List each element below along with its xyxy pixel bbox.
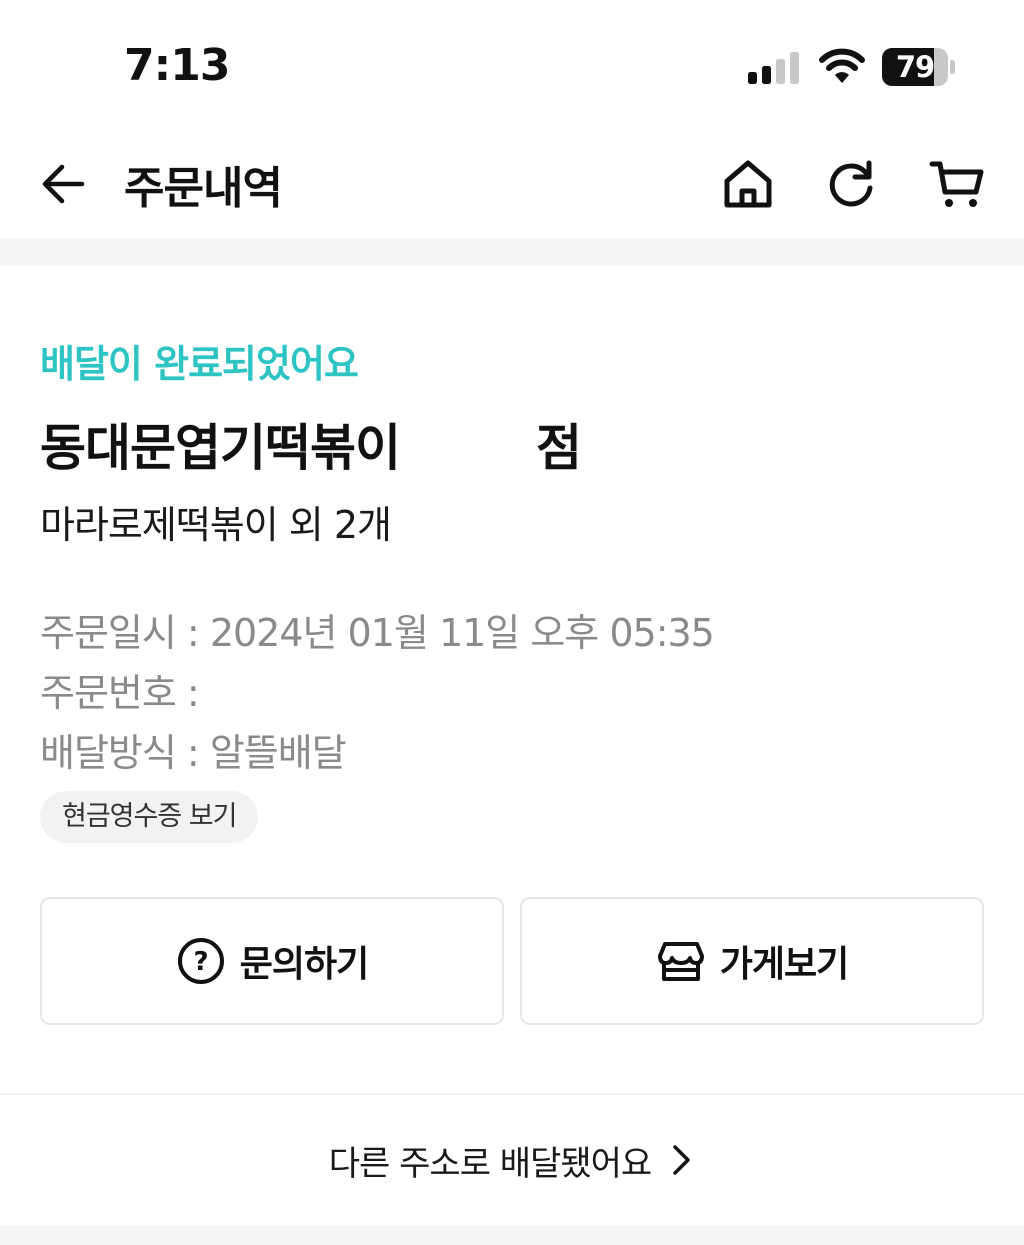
order-number-label: 주문번호 :: [40, 671, 200, 715]
order-datetime-row: 주문일시 : 2024년 01월 11일 오후 05:35: [40, 602, 715, 657]
page-title: 주문내역: [124, 163, 283, 214]
status-bar: 7:13 79: [0, 0, 1024, 130]
refresh-icon[interactable]: [822, 154, 882, 214]
store-name: 동대문엽기떡볶이: [40, 419, 401, 477]
battery-level: 79: [895, 50, 935, 84]
order-datetime-label: 주문일시 :: [40, 611, 210, 655]
status-time: 7:13: [124, 40, 230, 91]
battery-indicator: 79: [882, 48, 956, 86]
order-number-row: 주문번호 :: [40, 662, 200, 717]
delivery-method-row: 배달방식 : 알뜰배달: [40, 722, 347, 777]
delivery-method-value: 알뜰배달: [209, 731, 347, 775]
back-arrow-icon[interactable]: [36, 156, 92, 212]
view-store-button[interactable]: 가게보기: [520, 897, 984, 1025]
cash-receipt-button[interactable]: 현금영수증 보기: [40, 791, 259, 843]
home-icon[interactable]: [718, 154, 778, 214]
bottom-divider: [0, 1226, 1024, 1245]
order-status-label: 배달이 완료되었어요: [40, 342, 359, 386]
svg-text:?: ?: [193, 947, 208, 977]
different-address-label: 다른 주소로 배달됐어요: [328, 1143, 652, 1184]
delivery-method-label: 배달방식 :: [40, 731, 210, 775]
store-branch-suffix: 점: [536, 419, 582, 477]
cellular-signal-icon: [748, 52, 799, 84]
store-icon: [657, 942, 704, 981]
menu-summary: 마라로제떡볶이 외 2개: [40, 503, 392, 547]
app-header: 주문내역: [0, 130, 1024, 238]
section-divider: [0, 238, 1024, 266]
different-address-link[interactable]: 다른 주소로 배달됐어요: [0, 1130, 1024, 1190]
view-store-button-label: 가게보기: [719, 944, 849, 985]
cart-icon[interactable]: [928, 154, 988, 214]
section-divider-thin: [0, 1093, 1024, 1095]
inquiry-button[interactable]: ? 문의하기: [40, 897, 504, 1025]
question-circle-icon: ?: [177, 938, 224, 984]
chevron-right-icon: [673, 1145, 690, 1175]
order-datetime-value: 2024년 01월 11일 오후 05:35: [209, 611, 715, 655]
wifi-icon: [819, 48, 865, 83]
battery-body: 79: [882, 48, 948, 86]
battery-tip: [950, 60, 955, 74]
inquiry-button-label: 문의하기: [239, 944, 369, 985]
